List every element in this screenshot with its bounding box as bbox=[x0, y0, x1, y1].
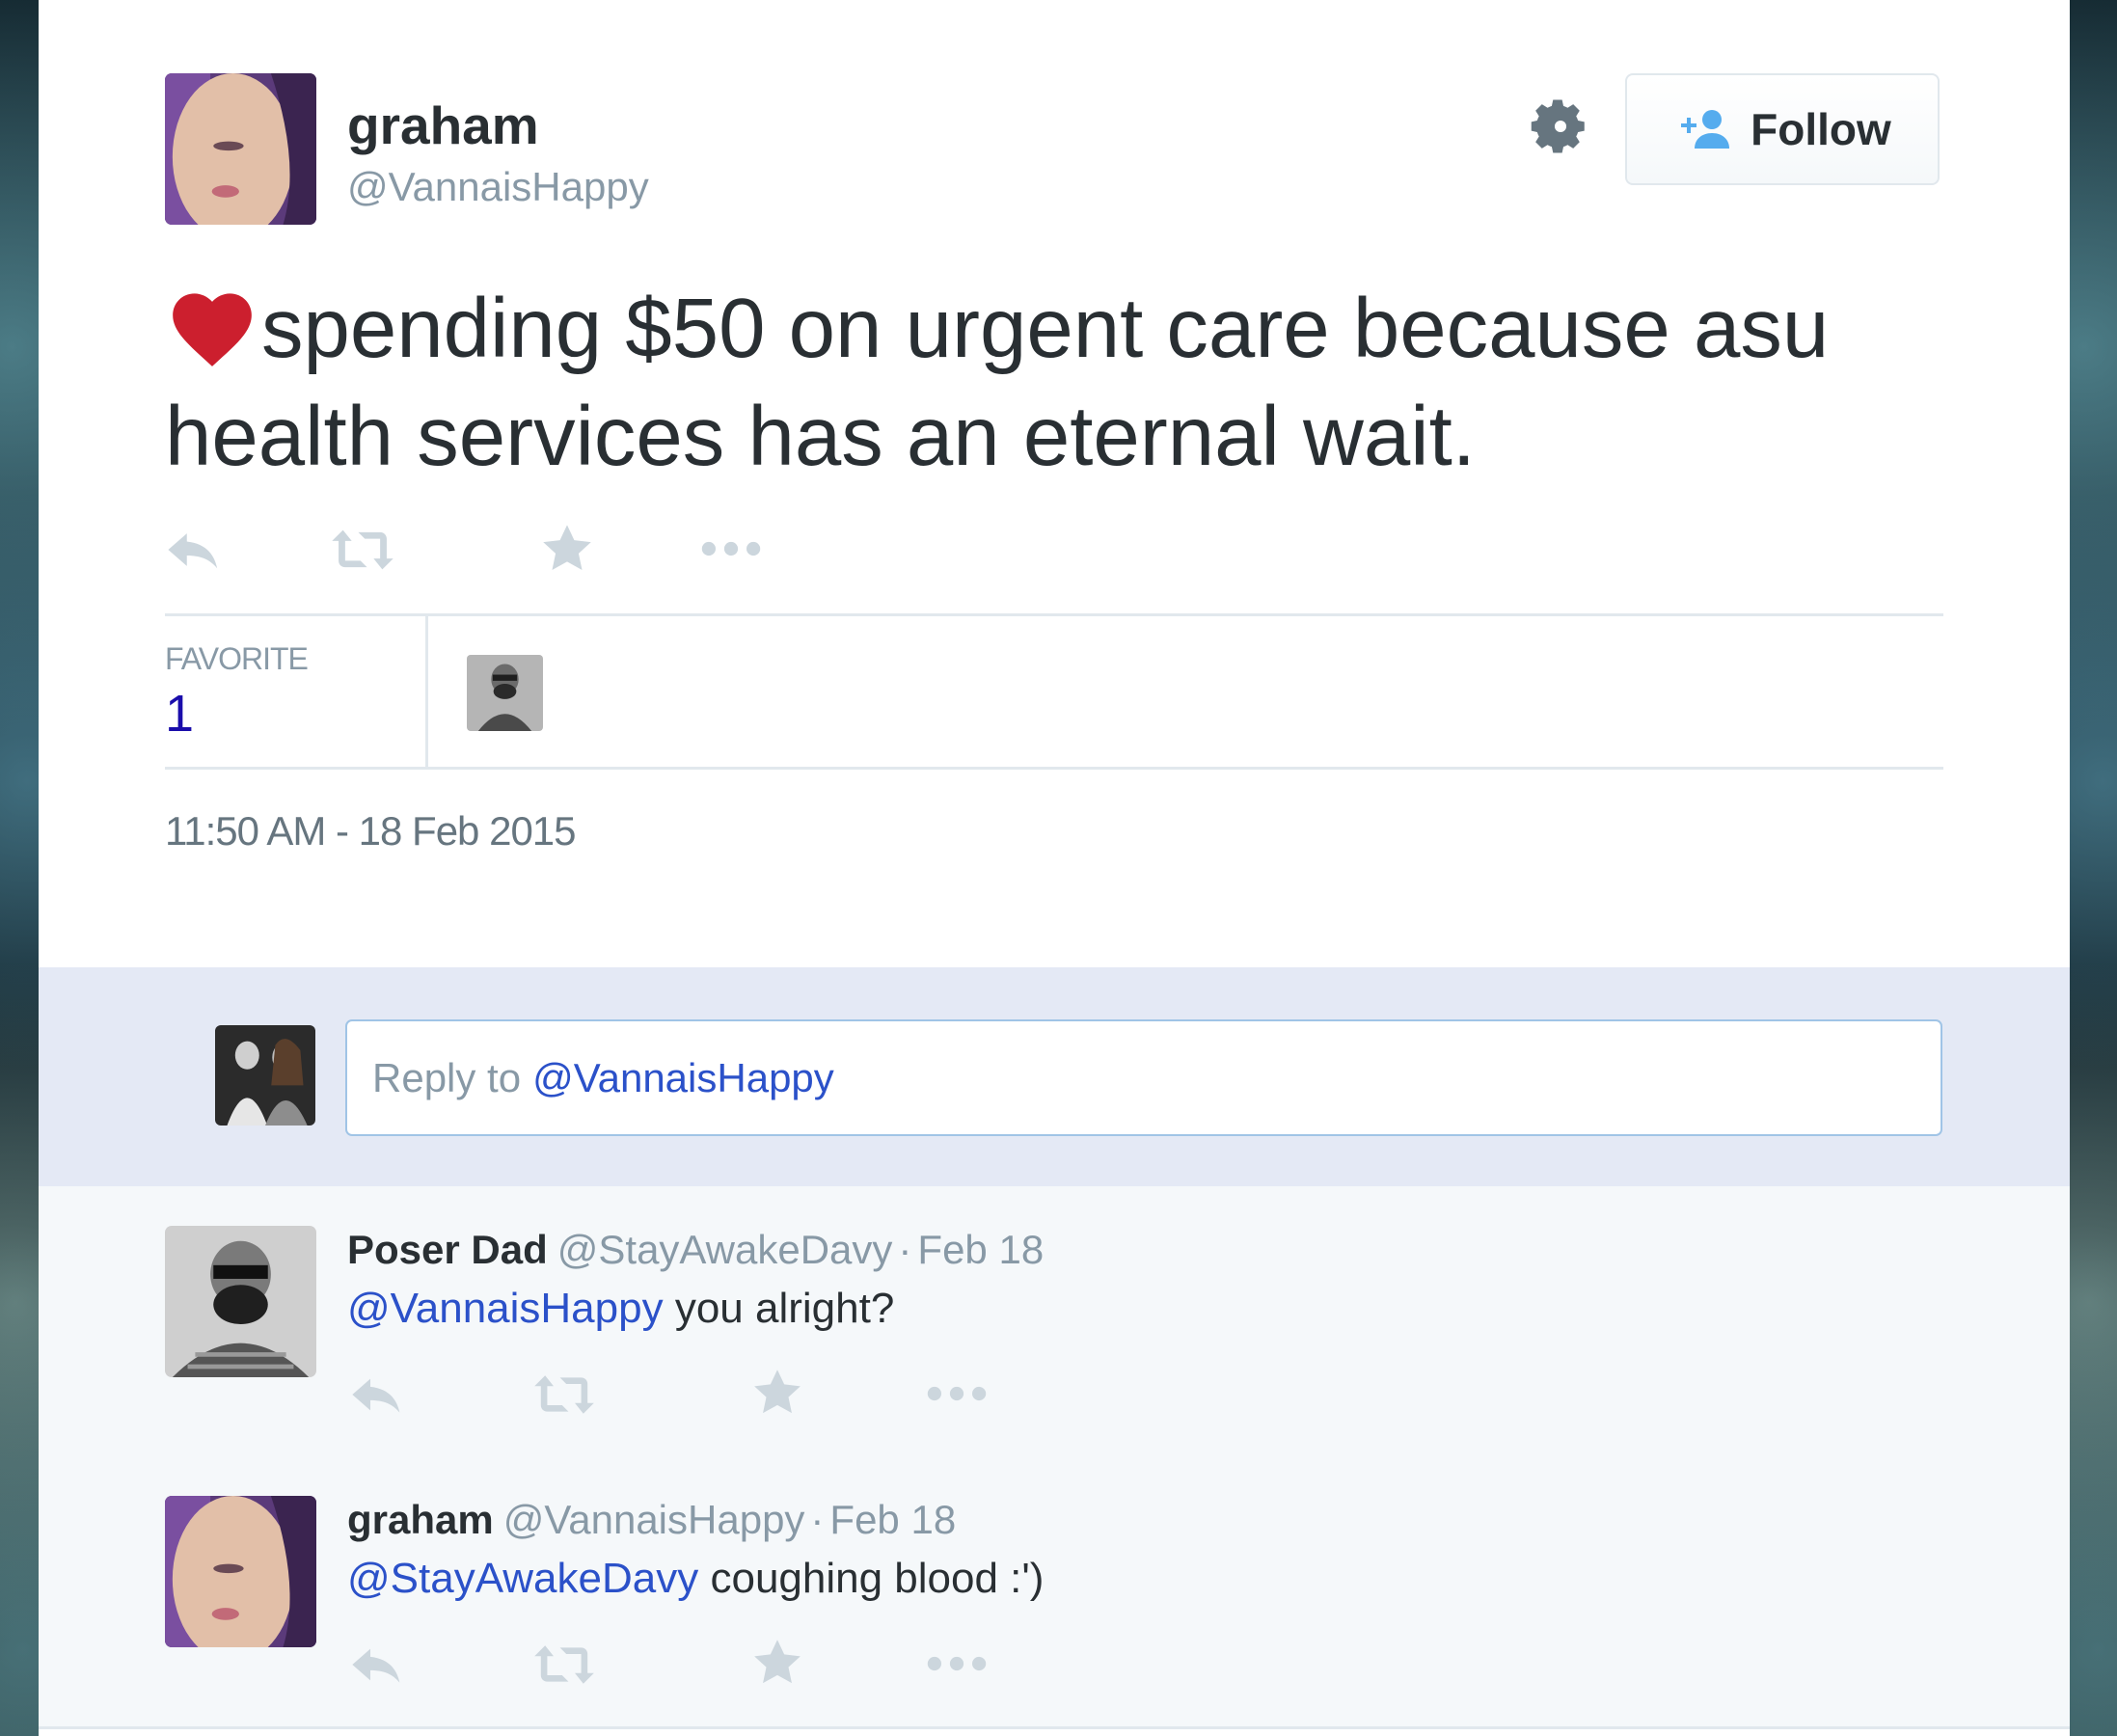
reply-author-handle[interactable]: @StayAwakeDavy bbox=[557, 1227, 893, 1272]
reply-action[interactable] bbox=[350, 1641, 404, 1688]
retweet-icon bbox=[534, 1645, 594, 1684]
more-action[interactable] bbox=[926, 1655, 988, 1672]
reply-author-name[interactable]: graham bbox=[347, 1497, 494, 1542]
star-icon bbox=[543, 525, 591, 570]
tweet-stats: FAVORITE 1 bbox=[165, 613, 1943, 770]
reply-author-avatar[interactable] bbox=[165, 1226, 316, 1377]
separator-dot: · bbox=[898, 1227, 912, 1272]
reply-icon bbox=[352, 1378, 400, 1413]
reply-composer: Reply to @VannaisHappy bbox=[39, 967, 2070, 1186]
reply-tweet[interactable]: Poser Dad @StayAwakeDavy · Feb 18 @VannaisH… bbox=[39, 1186, 2070, 1459]
retweet-icon bbox=[534, 1375, 594, 1414]
star-icon bbox=[754, 1370, 801, 1414]
retweet-action[interactable] bbox=[532, 1641, 596, 1688]
reply-action[interactable] bbox=[166, 526, 222, 574]
favorites-stat: FAVORITE 1 bbox=[165, 616, 428, 767]
reply-header: Poser Dad @StayAwakeDavy · Feb 18 bbox=[347, 1227, 1044, 1273]
reply-author-name[interactable]: Poser Dad bbox=[347, 1227, 548, 1272]
author-handle[interactable]: @VannaisHappy bbox=[347, 164, 649, 210]
reply-tweet[interactable]: graham @VannaisHappy · Feb 18 @StayAwakeDav… bbox=[39, 1456, 2070, 1729]
tweet-text: spending $50 on urgent care because asu … bbox=[165, 275, 1978, 491]
reply-header: graham @VannaisHappy · Feb 18 bbox=[347, 1497, 956, 1543]
retweet-icon bbox=[332, 529, 394, 570]
reply-author-handle[interactable]: @VannaisHappy bbox=[503, 1497, 805, 1542]
heart-icon bbox=[173, 293, 252, 366]
follow-label: Follow bbox=[1751, 104, 1891, 154]
reply-time[interactable]: Feb 18 bbox=[917, 1227, 1044, 1272]
reply-action[interactable] bbox=[350, 1371, 404, 1418]
more-action[interactable] bbox=[926, 1385, 988, 1402]
more-icon bbox=[701, 541, 761, 556]
favorite-action[interactable] bbox=[752, 1368, 802, 1416]
reply-prefix: Reply to bbox=[372, 1054, 522, 1100]
retweet-action[interactable] bbox=[532, 1371, 596, 1418]
reply-icon bbox=[168, 533, 218, 569]
current-user-avatar bbox=[215, 1025, 315, 1126]
reply-text: @StayAwakeDavy coughing blood :') bbox=[347, 1555, 1044, 1603]
tweet-body: spending $50 on urgent care because asu … bbox=[165, 282, 1830, 483]
reply-time[interactable]: Feb 18 bbox=[829, 1497, 956, 1542]
favorites-label: FAVORITE bbox=[165, 641, 309, 676]
retweet-action[interactable] bbox=[330, 526, 395, 574]
star-icon bbox=[754, 1640, 801, 1684]
reply-author-avatar[interactable] bbox=[165, 1496, 316, 1647]
author-name[interactable]: graham bbox=[347, 95, 539, 156]
more-icon bbox=[927, 1656, 987, 1671]
reply-icon bbox=[352, 1648, 400, 1683]
favorite-action[interactable] bbox=[541, 523, 593, 573]
more-icon bbox=[927, 1386, 987, 1401]
reply-mention: @VannaisHappy bbox=[532, 1054, 834, 1100]
background-right bbox=[2070, 0, 2117, 1736]
favorites-count[interactable]: 1 bbox=[165, 684, 194, 744]
favoriter-avatar[interactable] bbox=[467, 655, 543, 731]
reply-body: coughing blood :') bbox=[710, 1555, 1045, 1602]
gear-icon[interactable] bbox=[1529, 95, 1592, 158]
reply-mention-link[interactable]: @VannaisHappy bbox=[347, 1285, 664, 1332]
reply-body: you alright? bbox=[674, 1285, 895, 1332]
reply-mention-link[interactable]: @StayAwakeDavy bbox=[347, 1555, 698, 1602]
background-left bbox=[0, 0, 39, 1736]
more-action[interactable] bbox=[700, 540, 762, 557]
author-avatar[interactable] bbox=[165, 73, 316, 225]
add-user-icon bbox=[1681, 110, 1730, 149]
tweet-timestamp[interactable]: 11:50 AM - 18 Feb 2015 bbox=[165, 808, 577, 854]
separator-dot: · bbox=[810, 1497, 825, 1542]
reply-input[interactable]: Reply to @VannaisHappy bbox=[345, 1019, 1942, 1136]
reply-text: @VannaisHappy you alright? bbox=[347, 1285, 894, 1333]
follow-button[interactable]: Follow bbox=[1625, 73, 1940, 185]
favorite-action[interactable] bbox=[752, 1638, 802, 1686]
tweet-card: graham @VannaisHappy Follow spending $50… bbox=[39, 0, 2070, 1736]
